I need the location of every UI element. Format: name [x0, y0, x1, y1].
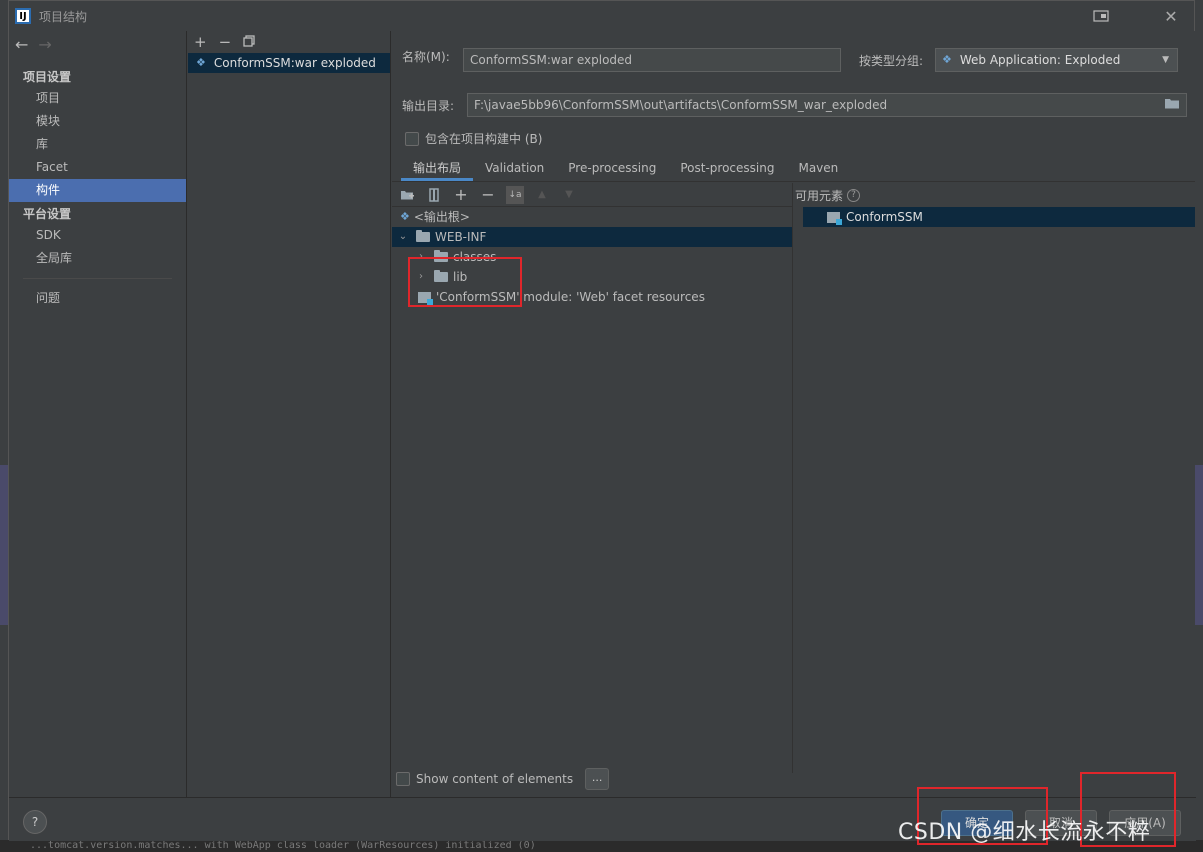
output-root-icon: ❖ — [400, 210, 410, 223]
available-element-label: ConformSSM — [846, 210, 923, 224]
tree-row-web-inf[interactable]: ⌄ WEB-INF — [392, 227, 792, 247]
background-band — [1195, 465, 1203, 625]
tree-row-output-root[interactable]: ❖ <输出根> — [392, 207, 792, 227]
nav-item-problems[interactable]: 问题 — [9, 287, 186, 310]
artifact-item[interactable]: ❖ ConformSSM:war exploded — [188, 53, 390, 73]
nav-divider — [23, 278, 172, 279]
available-elements-list: ConformSSM — [803, 207, 1195, 227]
artifact-tabs: 输出布局 Validation Pre-processing Post-proc… — [401, 157, 850, 181]
nav-item-global-libraries[interactable]: 全局库 — [9, 247, 186, 270]
nav-item-artifacts[interactable]: 构件 — [9, 179, 186, 202]
background-ide-right — [1195, 0, 1203, 852]
web-artifact-icon: ❖ — [196, 56, 206, 69]
type-select-value: Web Application: Exploded — [959, 53, 1121, 67]
csdn-watermark: CSDN @细水长流永不粹 — [898, 820, 1151, 845]
help-button[interactable]: ? — [23, 810, 47, 834]
nav-item-libraries[interactable]: 库 — [9, 133, 186, 156]
chevron-down-icon[interactable]: ⌄ — [396, 227, 410, 247]
name-input[interactable]: ConformSSM:war exploded — [463, 48, 841, 72]
window-title: 项目结构 — [39, 9, 88, 24]
archive-icon[interactable] — [425, 186, 443, 204]
nav-section-project-settings: 项目设置 — [23, 70, 72, 84]
available-element-item[interactable]: ConformSSM — [803, 207, 1195, 227]
tree-row-label: WEB-INF — [435, 230, 487, 244]
tab-validation[interactable]: Validation — [473, 157, 556, 181]
folder-browse-icon[interactable] — [1164, 95, 1180, 117]
background-ide-left — [0, 0, 8, 852]
annotation-box-lib — [408, 257, 522, 307]
output-directory-input[interactable]: F:\javae5bb96\ConformSSM\out\artifacts\C… — [467, 93, 1187, 117]
show-content-label: Show content of elements — [416, 772, 574, 786]
tab-post-processing[interactable]: Post-processing — [668, 157, 786, 181]
nav-item-project[interactable]: 项目 — [9, 87, 186, 110]
nav-arrows: ← → — [9, 31, 186, 57]
type-label: 按类型分组: — [859, 53, 924, 68]
artifact-item-label: ConformSSM:war exploded — [213, 56, 376, 70]
output-directory-value: F:\javae5bb96\ConformSSM\out\artifacts\C… — [474, 98, 888, 112]
show-content-options-button[interactable]: ... — [585, 768, 610, 790]
output-layout-toolbar: + − ↓a ▲ ▼ — [392, 183, 792, 207]
type-select[interactable]: ❖ Web Application: Exploded ▼ — [935, 48, 1178, 72]
forward-arrow-icon[interactable]: → — [38, 35, 51, 54]
remove-element-icon[interactable]: − — [479, 185, 497, 204]
nav-item-modules[interactable]: 模块 — [9, 110, 186, 133]
copy-icon[interactable] — [243, 33, 255, 51]
artifact-list-panel: + − ❖ ConformSSM:war exploded — [188, 31, 391, 797]
nav-section-platform-settings: 平台设置 — [23, 207, 72, 221]
available-elements-header: 可用元素 ? — [795, 183, 861, 207]
folder-icon — [416, 230, 430, 242]
show-content-checkbox[interactable] — [396, 772, 410, 786]
move-down-icon[interactable]: ▼ — [560, 186, 578, 204]
name-label: 名称(M): — [402, 50, 450, 64]
tab-maven[interactable]: Maven — [786, 157, 850, 181]
show-content-row: Show content of elements ... — [396, 768, 610, 790]
remove-icon[interactable]: − — [219, 33, 232, 51]
help-icon[interactable]: ? — [847, 188, 861, 202]
artifact-details-panel: 名称(M): ConformSSM:war exploded 按类型分组: ❖ … — [392, 31, 1195, 797]
tree-row-label: <输出根> — [413, 210, 470, 224]
nav-item-sdk[interactable]: SDK — [9, 224, 186, 247]
layout-splitter[interactable] — [792, 183, 793, 773]
include-in-build-label: 包含在项目构建中 (B) — [425, 132, 543, 146]
restore-window-icon[interactable] — [1091, 7, 1111, 25]
new-folder-icon[interactable] — [398, 186, 416, 204]
add-element-icon[interactable]: + — [452, 185, 470, 204]
include-in-build-checkbox[interactable] — [405, 131, 419, 146]
add-icon[interactable]: + — [194, 33, 207, 51]
close-icon[interactable]: ✕ — [1161, 7, 1181, 26]
titlebar: IJ 项目结构 ✕ — [9, 1, 1194, 31]
chevron-down-icon: ▼ — [1162, 55, 1169, 65]
tabs-divider — [392, 181, 1195, 182]
output-directory-label: 输出目录: — [402, 98, 455, 113]
move-up-icon[interactable]: ▲ — [533, 186, 551, 204]
tab-pre-processing[interactable]: Pre-processing — [556, 157, 668, 181]
nav-item-facets[interactable]: Facet — [9, 156, 186, 179]
intellij-logo-icon: IJ — [15, 8, 31, 24]
background-band — [0, 465, 8, 625]
module-icon — [827, 211, 842, 225]
artifact-toolbar: + − — [188, 31, 390, 53]
web-artifact-icon: ❖ — [942, 53, 952, 66]
project-structure-dialog: IJ 项目结构 ✕ ← → 项目设置 项目 模块 库 Facet 构件 平台设置… — [8, 0, 1196, 841]
settings-nav: ← → 项目设置 项目 模块 库 Facet 构件 平台设置 SDK 全局库 问… — [9, 31, 187, 797]
back-arrow-icon[interactable]: ← — [15, 35, 28, 54]
sort-icon[interactable]: ↓a — [506, 185, 524, 204]
available-elements-title: 可用元素 — [795, 188, 844, 203]
tab-output-layout[interactable]: 输出布局 — [401, 157, 474, 181]
